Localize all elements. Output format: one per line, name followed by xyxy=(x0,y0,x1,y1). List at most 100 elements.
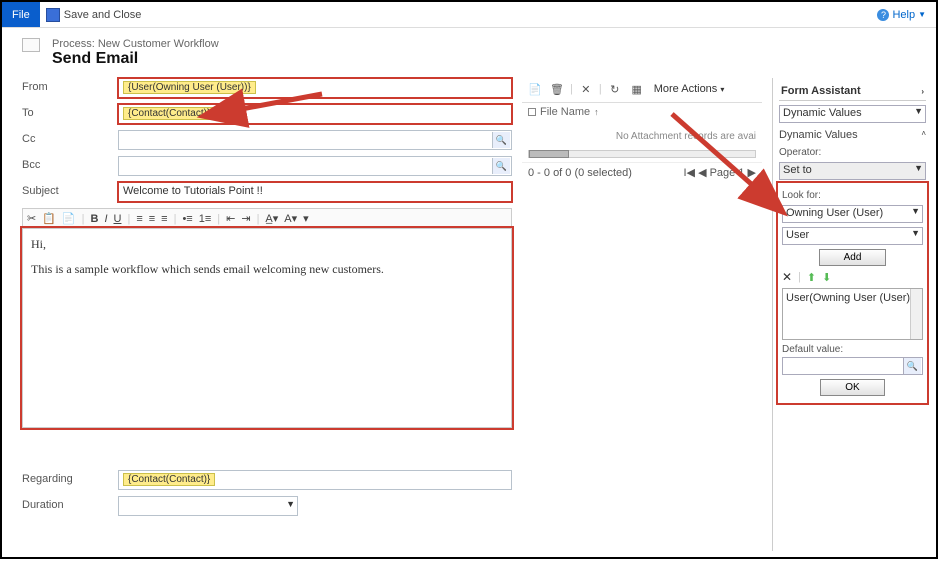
from-token: {User(Owning User (User))} xyxy=(123,81,256,94)
collapse-icon[interactable]: › xyxy=(921,87,924,96)
no-attachments-message: No Attachment records are avai xyxy=(522,121,762,146)
chevron-down-icon: ▼ xyxy=(914,163,923,173)
lookfor-entity-select[interactable]: Owning User (User) ▼ xyxy=(782,205,923,223)
bold-button[interactable]: B xyxy=(90,213,98,225)
cut-button[interactable]: ✂ xyxy=(27,212,36,225)
align-center-button[interactable]: ≡ xyxy=(149,213,155,225)
chevron-down-icon: ▼ xyxy=(918,10,926,19)
delete-attachment-button[interactable]: 🗑 xyxy=(548,80,566,98)
lookfor-label: Look for: xyxy=(782,190,923,201)
selected-fields-list[interactable]: User(Owning User (User)) xyxy=(782,288,923,340)
cc-field[interactable]: 🔍 xyxy=(118,130,512,150)
add-button[interactable]: Add xyxy=(819,249,887,266)
toolbar-overflow[interactable]: ▾ xyxy=(303,212,309,225)
lookfor-attribute-select[interactable]: User ▼ xyxy=(782,227,923,245)
regarding-label: Regarding xyxy=(22,470,118,485)
chevron-down-icon: ▼ xyxy=(911,228,920,238)
chevron-down-icon: ▼ xyxy=(286,499,295,509)
file-menu-button[interactable]: File xyxy=(2,2,40,27)
duration-label: Duration xyxy=(22,496,118,511)
align-left-button[interactable]: ≡ xyxy=(136,213,142,225)
operator-label: Operator: xyxy=(779,147,926,158)
pager-next-button[interactable]: ▶ xyxy=(748,167,756,179)
page-indicator: Page 1 xyxy=(710,167,745,179)
regarding-field[interactable]: {Contact(Contact)} xyxy=(118,470,512,490)
page-title: Send Email xyxy=(52,50,916,68)
email-form: From {User(Owning User (User))} To {Cont… xyxy=(22,78,512,551)
attachments-toolbar: 📄 🗑 | ✕ | ↻ ▦ More Actions ▾ xyxy=(522,78,762,100)
bcc-field[interactable]: 🔍 xyxy=(118,156,512,176)
lookup-icon[interactable]: 🔍 xyxy=(492,132,510,148)
new-attachment-button[interactable]: 📄 xyxy=(526,80,544,98)
form-assistant-panel: Form Assistant › Dynamic Values ▼ Dynami… xyxy=(772,78,932,551)
underline-button[interactable]: U xyxy=(114,213,122,225)
body-line: This is a sample workflow which sends em… xyxy=(31,262,503,277)
filename-column[interactable]: File Name xyxy=(540,106,590,118)
selection-count: 0 - 0 of 0 (0 selected) xyxy=(528,167,632,179)
attachments-pager: 0 - 0 of 0 (0 selected) I◀ ◀ Page 1 ▶ xyxy=(522,162,762,182)
body-line: Hi, xyxy=(31,237,503,252)
from-label: From xyxy=(22,78,118,93)
outdent-button[interactable]: ⇤ xyxy=(226,212,235,225)
from-field[interactable]: {User(Owning User (User))} xyxy=(118,78,512,98)
cc-label: Cc xyxy=(22,130,118,145)
sort-asc-icon: ↑ xyxy=(594,107,599,117)
close-attachment-button[interactable]: ✕ xyxy=(577,80,595,98)
richtext-toolbar: ✂ 📋 📄 | B I U | ≡ ≡ ≡ | •≡ 1≡ | ⇤ ⇥ | A̲… xyxy=(22,208,512,228)
to-field[interactable]: {Contact(Contact)} xyxy=(118,104,512,124)
save-and-close-label: Save and Close xyxy=(64,9,142,21)
to-label: To xyxy=(22,104,118,119)
save-and-close-button[interactable]: Save and Close xyxy=(46,8,142,22)
align-right-button[interactable]: ≡ xyxy=(161,213,167,225)
indent-button[interactable]: ⇥ xyxy=(241,212,250,225)
regarding-token: {Contact(Contact)} xyxy=(123,473,215,486)
attachments-panel: 📄 🗑 | ✕ | ↻ ▦ More Actions ▾ File Name ↑… xyxy=(522,78,762,551)
subject-text: Welcome to Tutorials Point !! xyxy=(123,185,263,197)
help-label: Help xyxy=(892,9,915,21)
ok-button[interactable]: OK xyxy=(820,379,884,396)
paste-button[interactable]: 📄 xyxy=(62,212,76,225)
export-button[interactable]: ▦ xyxy=(628,80,646,98)
assistant-mode-select[interactable]: Dynamic Values ▼ xyxy=(779,105,926,123)
email-icon xyxy=(22,38,40,52)
vertical-scrollbar[interactable] xyxy=(910,289,922,339)
pager-first-button[interactable]: I◀ xyxy=(683,167,695,179)
default-value-label: Default value: xyxy=(782,344,923,355)
default-value-field[interactable]: 🔍 xyxy=(782,357,923,375)
help-icon: ? xyxy=(877,9,889,21)
email-body-editor[interactable]: Hi, This is a sample workflow which send… xyxy=(22,228,512,428)
lookup-icon[interactable]: 🔍 xyxy=(903,358,921,374)
italic-button[interactable]: I xyxy=(104,213,107,225)
bullets-button[interactable]: •≡ xyxy=(182,213,192,225)
remove-item-button[interactable]: ✕ xyxy=(782,270,792,284)
save-icon xyxy=(46,8,60,22)
ribbon-bar: File Save and Close ? Help ▼ xyxy=(2,2,936,28)
subject-label: Subject xyxy=(22,182,118,197)
pager-prev-button[interactable]: ◀ xyxy=(698,167,706,179)
move-down-button[interactable]: ⬇ xyxy=(822,271,831,284)
copy-button[interactable]: 📋 xyxy=(42,212,56,225)
chevron-down-icon: ▼ xyxy=(914,106,923,116)
horizontal-scrollbar[interactable] xyxy=(528,150,756,158)
page-header: Process: New Customer Workflow Send Emai… xyxy=(2,28,936,72)
more-actions-menu[interactable]: More Actions ▾ xyxy=(654,83,725,95)
move-up-button[interactable]: ⬆ xyxy=(807,271,816,284)
help-menu[interactable]: ? Help ▼ xyxy=(877,9,926,21)
duration-select[interactable]: ▼ xyxy=(118,496,298,516)
collapse-up-icon[interactable]: ˄ xyxy=(921,129,926,141)
list-item[interactable]: User(Owning User (User)) xyxy=(786,292,914,304)
bcc-label: Bcc xyxy=(22,156,118,171)
checkbox-icon[interactable] xyxy=(528,108,536,116)
process-breadcrumb: Process: New Customer Workflow xyxy=(52,38,916,50)
operator-select[interactable]: Set to ▼ xyxy=(779,162,926,180)
attachments-grid-header[interactable]: File Name ↑ xyxy=(522,103,762,121)
subject-field[interactable]: Welcome to Tutorials Point !! xyxy=(118,182,512,202)
refresh-button[interactable]: ↻ xyxy=(606,80,624,98)
lookup-icon[interactable]: 🔍 xyxy=(492,158,510,174)
font-color-button[interactable]: A̲▾ xyxy=(265,212,278,225)
dynamic-values-section-header[interactable]: Dynamic Values ˄ xyxy=(779,127,926,143)
highlight-button[interactable]: A▾ xyxy=(284,212,297,225)
form-assistant-header[interactable]: Form Assistant › xyxy=(779,82,926,101)
lookfor-group: Look for: Owning User (User) ▼ User ▼ Ad… xyxy=(779,184,926,402)
numbers-button[interactable]: 1≡ xyxy=(199,213,212,225)
